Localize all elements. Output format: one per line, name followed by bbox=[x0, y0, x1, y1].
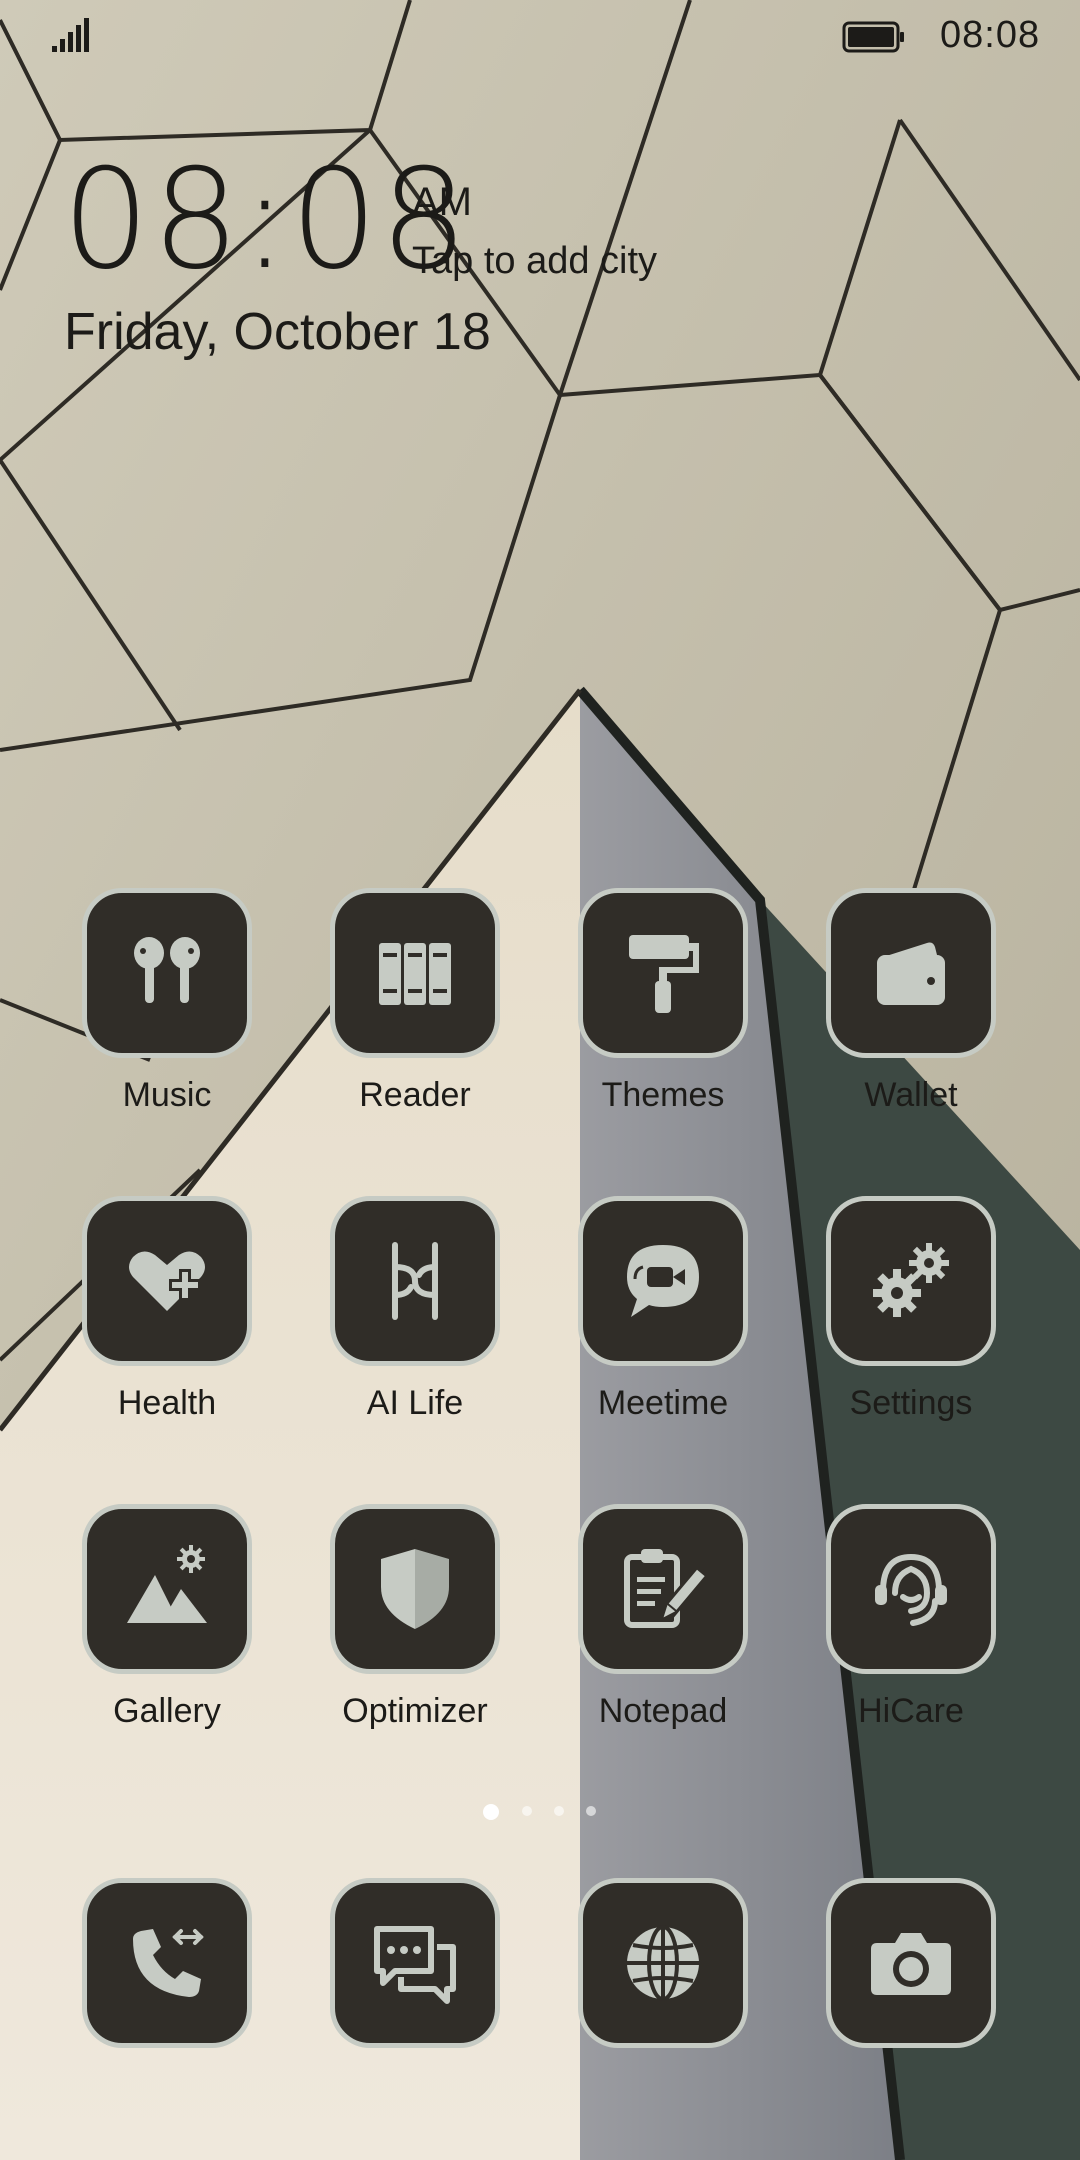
app-tile[interactable] bbox=[82, 1196, 252, 1366]
dock-phone[interactable] bbox=[67, 1878, 267, 2048]
app-tile[interactable] bbox=[826, 1196, 996, 1366]
shield-icon bbox=[381, 1549, 449, 1629]
paint-roller-icon bbox=[629, 935, 699, 1013]
app-hicare[interactable]: HiCare bbox=[811, 1504, 1011, 1731]
books-icon bbox=[379, 943, 451, 1005]
app-health[interactable]: Health bbox=[67, 1196, 267, 1423]
app-tile[interactable] bbox=[82, 1504, 252, 1674]
ai-life-icon bbox=[392, 1242, 438, 1320]
add-city-link[interactable]: Tap to add city bbox=[412, 240, 657, 283]
app-tile[interactable] bbox=[578, 1504, 748, 1674]
clipboard-pencil-icon bbox=[624, 1549, 710, 1628]
app-tile[interactable] bbox=[578, 888, 748, 1058]
app-themes[interactable]: Themes bbox=[563, 888, 763, 1115]
app-tile[interactable] bbox=[578, 1196, 748, 1366]
phone-icon bbox=[133, 1929, 204, 1997]
app-label: Health bbox=[117, 1384, 217, 1422]
app-ai-life[interactable]: AI Life bbox=[315, 1196, 515, 1423]
headset-icon bbox=[875, 1553, 947, 1626]
app-tile[interactable] bbox=[578, 1878, 748, 2048]
app-tile[interactable] bbox=[826, 888, 996, 1058]
clock-time[interactable]: 08:08 bbox=[62, 150, 470, 290]
app-label: Notepad bbox=[598, 1692, 728, 1730]
app-label: AI Life bbox=[366, 1384, 464, 1422]
app-label: Gallery bbox=[113, 1692, 221, 1730]
app-tile[interactable] bbox=[826, 1878, 996, 2048]
app-label: Meetime bbox=[597, 1384, 729, 1422]
messages-icon bbox=[374, 1926, 456, 2004]
clock-date: Friday, October 18 bbox=[64, 303, 491, 361]
app-settings[interactable]: Settings bbox=[811, 1196, 1011, 1423]
earbuds-icon bbox=[134, 937, 200, 1003]
globe-icon bbox=[627, 1925, 699, 2001]
signal-icon bbox=[52, 18, 89, 52]
app-tile[interactable] bbox=[330, 1196, 500, 1366]
app-tile[interactable] bbox=[82, 888, 252, 1058]
app-tile[interactable] bbox=[82, 1878, 252, 2048]
page-dot[interactable] bbox=[554, 1806, 564, 1816]
app-gallery[interactable]: Gallery bbox=[67, 1504, 267, 1731]
app-label: Wallet bbox=[864, 1076, 958, 1114]
app-wallet[interactable]: Wallet bbox=[811, 888, 1011, 1115]
heart-plus-icon bbox=[129, 1251, 205, 1311]
gears-icon bbox=[873, 1243, 949, 1317]
camera-icon bbox=[871, 1933, 951, 1995]
app-tile[interactable] bbox=[330, 1878, 500, 2048]
mountains-icon bbox=[127, 1545, 207, 1623]
page-dot-active[interactable] bbox=[483, 1804, 499, 1820]
clock-widget[interactable]: 08:08 AM Tap to add city Friday, October… bbox=[62, 150, 762, 380]
battery-icon bbox=[842, 21, 904, 53]
app-label: Reader bbox=[359, 1076, 471, 1114]
app-label: Settings bbox=[849, 1384, 973, 1422]
dock-camera[interactable] bbox=[811, 1878, 1011, 2048]
app-music[interactable]: Music bbox=[67, 888, 267, 1115]
app-meetime[interactable]: Meetime bbox=[563, 1196, 763, 1423]
status-time: 08:08 bbox=[940, 14, 1041, 56]
app-optimizer[interactable]: Optimizer bbox=[315, 1504, 515, 1731]
app-label: Music bbox=[122, 1076, 212, 1114]
app-tile[interactable] bbox=[826, 1504, 996, 1674]
page-dot[interactable] bbox=[522, 1806, 532, 1816]
app-label: Optimizer bbox=[342, 1692, 488, 1730]
clock-ampm: AM bbox=[412, 180, 472, 224]
app-label: HiCare bbox=[858, 1692, 964, 1730]
app-reader[interactable]: Reader bbox=[315, 888, 515, 1115]
page-indicator[interactable] bbox=[0, 1804, 1080, 1824]
status-bar: 08:08 bbox=[0, 0, 1080, 80]
dock-browser[interactable] bbox=[563, 1878, 763, 2048]
app-tile[interactable] bbox=[330, 1504, 500, 1674]
page-dot[interactable] bbox=[586, 1806, 596, 1816]
dock-messages[interactable] bbox=[315, 1878, 515, 2048]
app-notepad[interactable]: Notepad bbox=[563, 1504, 763, 1731]
video-chat-icon bbox=[627, 1245, 699, 1317]
wallet-icon bbox=[877, 942, 945, 1005]
app-tile[interactable] bbox=[330, 888, 500, 1058]
app-label: Themes bbox=[601, 1076, 725, 1114]
